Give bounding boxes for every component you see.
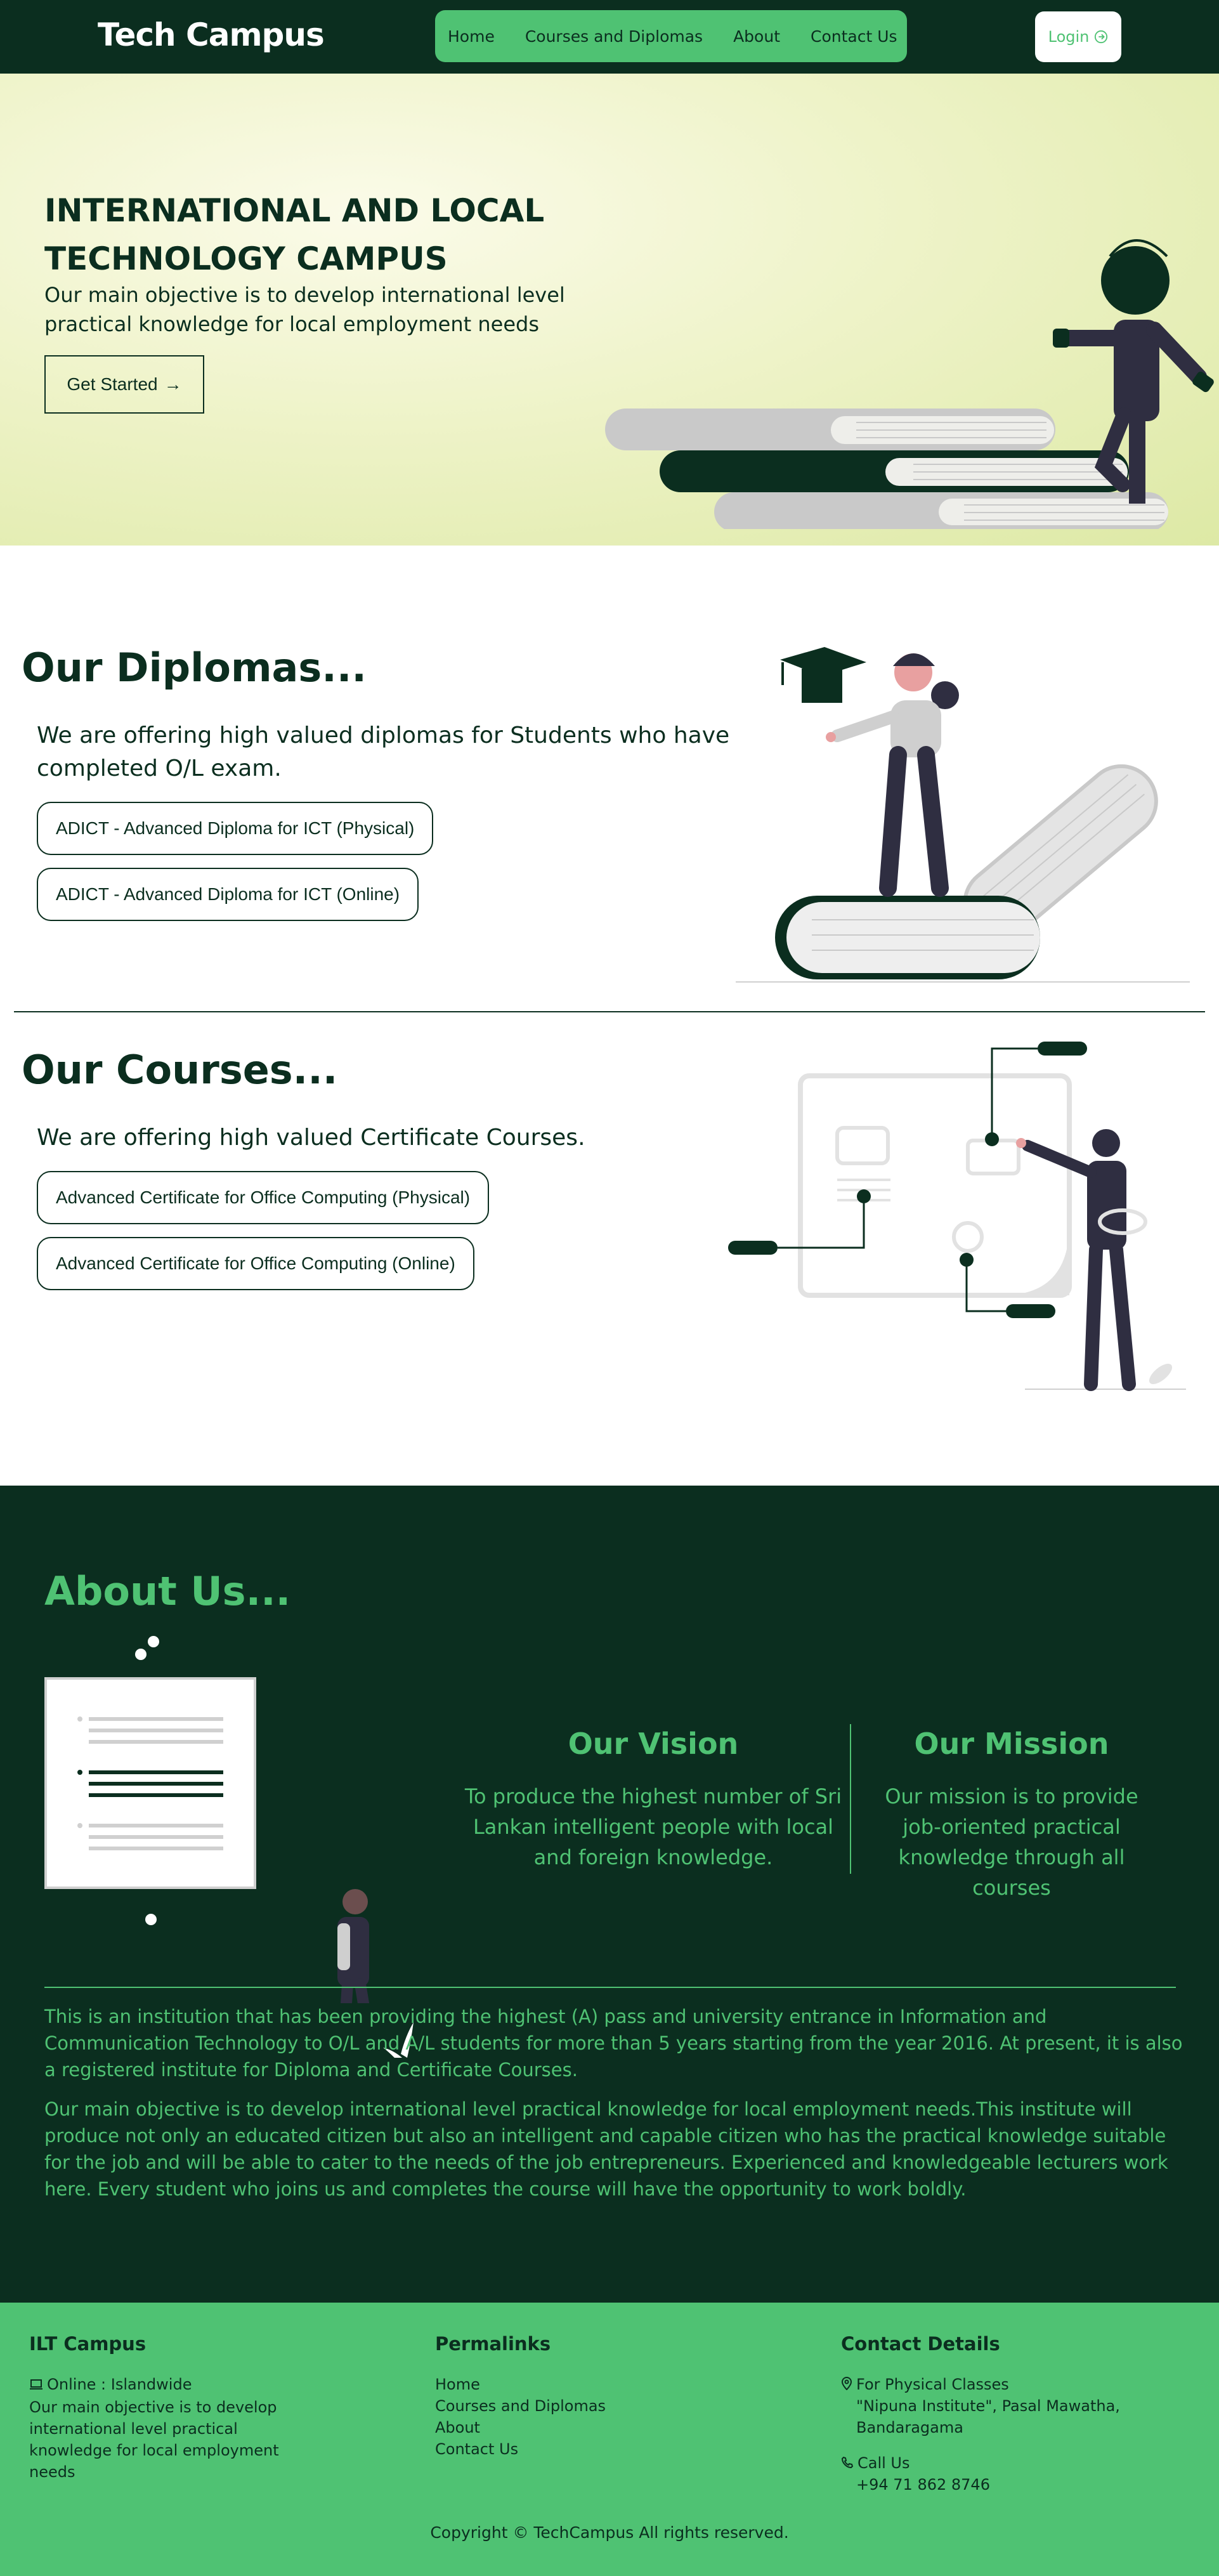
footer-call-label: Call Us <box>857 2454 910 2472</box>
main-nav: Home Courses and Diplomas About Contact … <box>435 10 907 62</box>
location-pin-icon <box>841 2374 852 2396</box>
footer: ILT Campus Online : Islandwide Our main … <box>0 2303 1219 2576</box>
copyright: Copyright © TechCampus All rights reserv… <box>430 2523 789 2542</box>
hero-section: INTERNATIONAL AND LOCAL TECHNOLOGY CAMPU… <box>0 74 1219 546</box>
nav-courses-diplomas[interactable]: Courses and Diplomas <box>525 27 703 46</box>
footer-contact-title: Contact Details <box>841 2333 1000 2355</box>
footer-brand-title: ILT Campus <box>29 2333 147 2355</box>
vision-text: To produce the highest number of Sri Lan… <box>464 1784 842 1869</box>
nav-contact[interactable]: Contact Us <box>811 27 897 46</box>
get-started-label: Get Started <box>67 374 158 394</box>
footer-online-label: Online : Islandwide <box>47 2376 192 2393</box>
nav-about[interactable]: About <box>733 27 780 46</box>
footer-address: "Nipuna Institute", Pasal Mawatha, Banda… <box>856 2397 1120 2436</box>
login-button[interactable]: Login <box>1035 11 1121 62</box>
get-started-button[interactable]: Get Started → <box>44 355 204 414</box>
footer-link-courses[interactable]: Courses and Diplomas <box>435 2395 606 2417</box>
hero-books-illustration <box>605 239 1214 529</box>
login-icon <box>1095 30 1108 44</box>
footer-physical: For Physical Classes <box>841 2374 1009 2396</box>
courses-title: Our Courses... <box>22 1047 338 1093</box>
about-title: About Us... <box>44 1568 291 1614</box>
about-paragraph-1: This is an institution that has been pro… <box>44 2006 1183 2081</box>
footer-link-about[interactable]: About <box>435 2417 480 2438</box>
vision-mission-separator <box>850 1724 851 1874</box>
nav-home[interactable]: Home <box>448 27 495 46</box>
hero-title-line1: INTERNATIONAL AND LOCAL <box>44 192 545 229</box>
mission-text: Our mission is to provide job-oriented p… <box>885 1784 1138 1900</box>
footer-permalinks-title: Permalinks <box>435 2333 551 2355</box>
about-section: About Us... Our Vision To produce the hi… <box>0 1486 1219 2303</box>
course-physical-button[interactable]: Advanced Certificate for Office Computin… <box>37 1171 490 1224</box>
about-illustration <box>44 1636 370 2003</box>
navbar: Tech Campus Home Courses and Diplomas Ab… <box>0 0 1219 74</box>
laptop-icon <box>29 2374 43 2396</box>
footer-physical-label: For Physical Classes <box>856 2376 1009 2393</box>
courses-subtitle: We are offering high valued Certificate … <box>37 1125 585 1151</box>
diplomas-title: Our Diplomas... <box>22 644 367 691</box>
diploma-online-button[interactable]: ADICT - Advanced Diploma for ICT (Online… <box>37 868 419 921</box>
login-label: Login <box>1048 28 1090 46</box>
footer-online: Online : Islandwide <box>29 2374 192 2396</box>
diploma-physical-button[interactable]: ADICT - Advanced Diploma for ICT (Physic… <box>37 802 434 855</box>
section-divider <box>14 1011 1205 1012</box>
hero-title-line2: TECHNOLOGY CAMPUS <box>44 240 448 277</box>
about-divider <box>44 1987 1176 1988</box>
diplomas-subtitle: We are offering high valued diplomas for… <box>37 722 730 781</box>
phone-icon <box>841 2453 854 2475</box>
courses-illustration <box>728 1042 1186 1391</box>
footer-link-home[interactable]: Home <box>435 2374 480 2395</box>
mission-title: Our Mission <box>914 1727 1109 1761</box>
arrow-right-icon: → <box>164 374 182 394</box>
diplomas-illustration <box>736 647 1190 983</box>
footer-call: Call Us <box>841 2452 910 2475</box>
hero-subtitle: Our main objective is to develop interna… <box>44 283 565 336</box>
hero-title: INTERNATIONAL AND LOCAL TECHNOLOGY CAMPU… <box>44 186 590 283</box>
course-online-button[interactable]: Advanced Certificate for Office Computin… <box>37 1237 474 1290</box>
footer-description: Our main objective is to develop interna… <box>29 2398 279 2481</box>
footer-link-contact[interactable]: Contact Us <box>435 2438 518 2460</box>
about-paragraph-2: Our main objective is to develop interna… <box>44 2098 1168 2200</box>
brand-logo[interactable]: Tech Campus <box>98 16 325 53</box>
vision-title: Our Vision <box>568 1727 739 1761</box>
footer-phone[interactable]: +94 71 862 8746 <box>856 2474 990 2495</box>
